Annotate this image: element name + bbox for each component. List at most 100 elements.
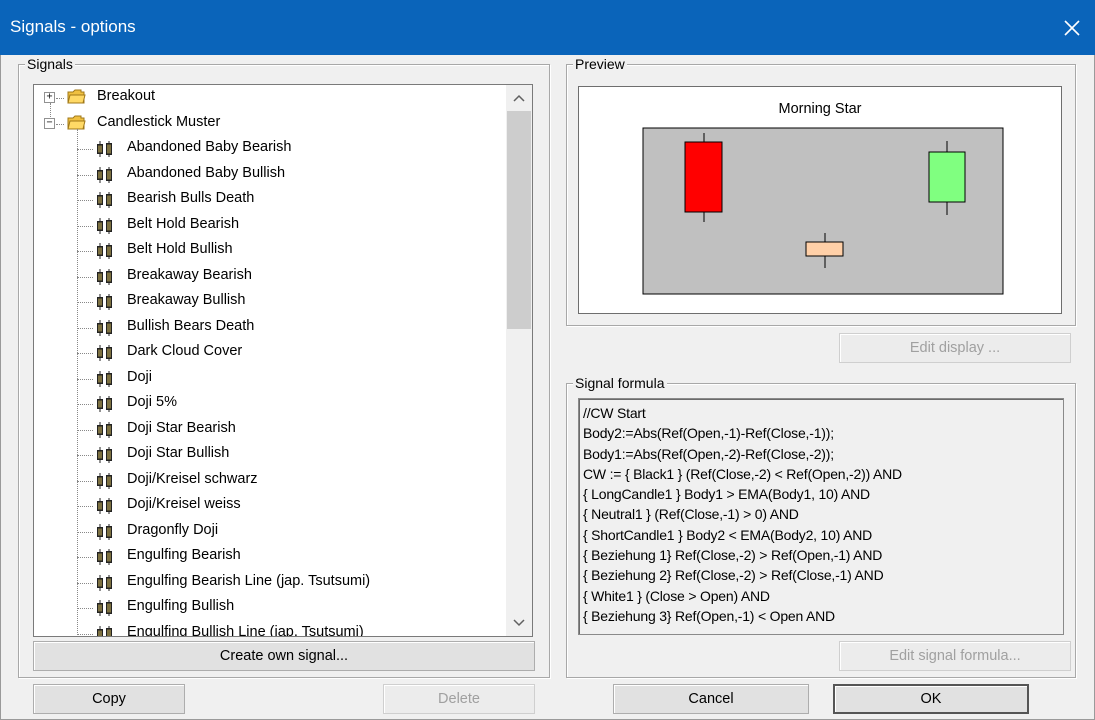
expand-icon[interactable]: + [44, 92, 55, 103]
tree-connector [77, 302, 93, 303]
candlestick-icon [97, 396, 112, 412]
tree-connector [77, 404, 93, 405]
tree-item-label: Doji 5% [127, 394, 177, 410]
candlestick-icon [97, 625, 112, 636]
candlestick-icon [97, 549, 112, 565]
tree-item-label: Bearish Bulls Death [127, 190, 255, 206]
tree-item-row[interactable]: Doji/Kreisel weiss [34, 493, 507, 519]
tree-item-row[interactable]: Engulfing Bullish [34, 595, 507, 621]
chevron-up-icon [513, 94, 525, 102]
tree-item-row[interactable]: Doji [34, 366, 507, 392]
preview-legend: Preview [573, 55, 627, 73]
candlestick-icon [97, 294, 112, 310]
tree-item-row[interactable]: Doji 5% [34, 391, 507, 417]
title-bar: Signals - options [0, 0, 1095, 55]
tree-item-row[interactable]: Breakaway Bearish [34, 264, 507, 290]
formula-line: { White1 } (Close > Open) AND [583, 587, 770, 604]
candlestick-icon [97, 600, 112, 616]
tree-item-row[interactable]: Bearish Bulls Death [34, 187, 507, 213]
signals-tree[interactable]: + Breakout − Candlestick Muster Abandoned Ba… [33, 84, 533, 637]
tree-item-row[interactable]: Doji/Kreisel schwarz [34, 468, 507, 494]
candlestick-icon [97, 268, 112, 285]
tree-item-label: Belt Hold Bearish [127, 215, 240, 232]
tree-item-label: Belt Hold Bullish [127, 241, 233, 257]
delete-button[interactable]: Delete [383, 684, 535, 714]
tree-connector [77, 455, 93, 456]
candlestick-icon [97, 166, 112, 183]
tree-connector [50, 103, 51, 117]
tree-connector [77, 633, 93, 635]
create-own-signal-button[interactable]: Create own signal... [33, 641, 535, 671]
ok-button[interactable]: OK [833, 684, 1029, 714]
tree-connector [77, 353, 93, 354]
tree-item-row[interactable]: Engulfing Bullish Line (jap. Tsutsumi) [34, 621, 507, 636]
formula-line: //CW Start [583, 405, 646, 421]
candlestick-icon [97, 472, 112, 489]
tree-connector [77, 557, 93, 558]
tree-connector [77, 174, 93, 176]
tree-item-row[interactable]: Dark Cloud Cover [34, 340, 507, 366]
scroll-down-button[interactable] [506, 610, 532, 636]
tree-scrollbar[interactable] [506, 85, 532, 636]
tree-item-label: Doji/Kreisel weiss [127, 496, 241, 512]
candlestick-icon [97, 370, 112, 387]
formula-legend: Signal formula [573, 374, 667, 392]
tree-item-row[interactable]: Breakaway Bullish [34, 289, 507, 315]
candlestick-icon [97, 345, 112, 361]
tree-connector [77, 200, 93, 201]
tree-item-label: Breakaway Bullish [127, 292, 246, 308]
tree-item-row[interactable]: Abandoned Baby Bearish [34, 136, 507, 162]
formula-line: CW := { Black1 } (Ref(Close,-2) < Ref(Op… [583, 465, 902, 482]
candlestick-chart [642, 127, 1004, 295]
tree-item-row[interactable]: Doji Star Bearish [34, 417, 507, 443]
tree-item-label: Doji/Kreisel schwarz [127, 470, 258, 487]
tree-connector [77, 608, 93, 609]
tree-folder-row[interactable]: + Breakout [34, 85, 507, 111]
tree-item-row[interactable]: Abandoned Baby Bullish [34, 162, 507, 188]
tree-connector [77, 582, 93, 584]
tree-folder-row[interactable]: − Candlestick Muster [34, 111, 507, 137]
tree-connector [77, 480, 93, 482]
candlestick-icon [97, 217, 112, 234]
collapse-icon[interactable]: − [44, 117, 55, 129]
formula-line: { Neutral1 } (Ref(Close,-1) > 0) AND [583, 506, 799, 523]
tree-item-label: Doji Star Bullish [127, 445, 230, 461]
tree-item-row[interactable]: Dragonfly Doji [34, 519, 507, 545]
tree-connector [77, 276, 93, 278]
tree-connector [77, 506, 93, 507]
close-button[interactable] [1049, 0, 1095, 55]
formula-text[interactable]: //CW Start Body2:=Abs(Ref(Open,-1)-Ref(Cl… [578, 398, 1064, 635]
scroll-thumb[interactable] [507, 111, 531, 329]
tree-item-row[interactable]: Belt Hold Bullish [34, 238, 507, 264]
cancel-button[interactable]: Cancel [613, 684, 809, 714]
formula-line: { ShortCandle1 } Body2 < EMA(Body2, 10) … [583, 526, 873, 543]
chevron-down-icon [513, 619, 525, 627]
edit-display-button[interactable]: Edit display ... [839, 333, 1071, 363]
scroll-up-button[interactable] [506, 85, 532, 111]
formula-line: { Beziehung 1} Ref(Close,-2) > Ref(Open,… [583, 547, 883, 564]
tree-folder-label: Candlestick Muster [97, 113, 221, 130]
formula-line: { Beziehung 3} Ref(Open,-1) < Open AND [583, 607, 835, 624]
tree-connector [77, 225, 93, 227]
copy-button[interactable]: Copy [33, 684, 185, 714]
tree-connector [56, 98, 64, 99]
candlestick-icon [97, 498, 112, 514]
tree-item-label: Doji [127, 368, 152, 385]
formula-line: Body1:=Abs(Ref(Open,-2)-Ref(Close,-2)); [583, 445, 834, 462]
window-title: Signals - options [10, 17, 136, 36]
tree-item-row[interactable]: Doji Star Bullish [34, 442, 507, 468]
tree-item-row[interactable]: Belt Hold Bearish [34, 213, 507, 239]
tree-connector [77, 251, 93, 252]
candlestick-icon [97, 574, 112, 591]
tree-item-label: Abandoned Baby Bearish [127, 139, 292, 155]
signals-legend: Signals [25, 55, 75, 73]
edit-signal-formula-button[interactable]: Edit signal formula... [839, 641, 1071, 671]
tree-item-row[interactable]: Engulfing Bearish [34, 544, 507, 570]
tree-item-row[interactable]: Bullish Bears Death [34, 315, 507, 341]
close-icon [1064, 19, 1080, 36]
tree-connector [77, 149, 93, 150]
tree-content: + Breakout − Candlestick Muster Abandoned Ba… [34, 85, 507, 636]
candlestick-icon [97, 192, 112, 208]
tree-connector [77, 378, 93, 380]
tree-item-row[interactable]: Engulfing Bearish Line (jap. Tsutsumi) [34, 570, 507, 596]
